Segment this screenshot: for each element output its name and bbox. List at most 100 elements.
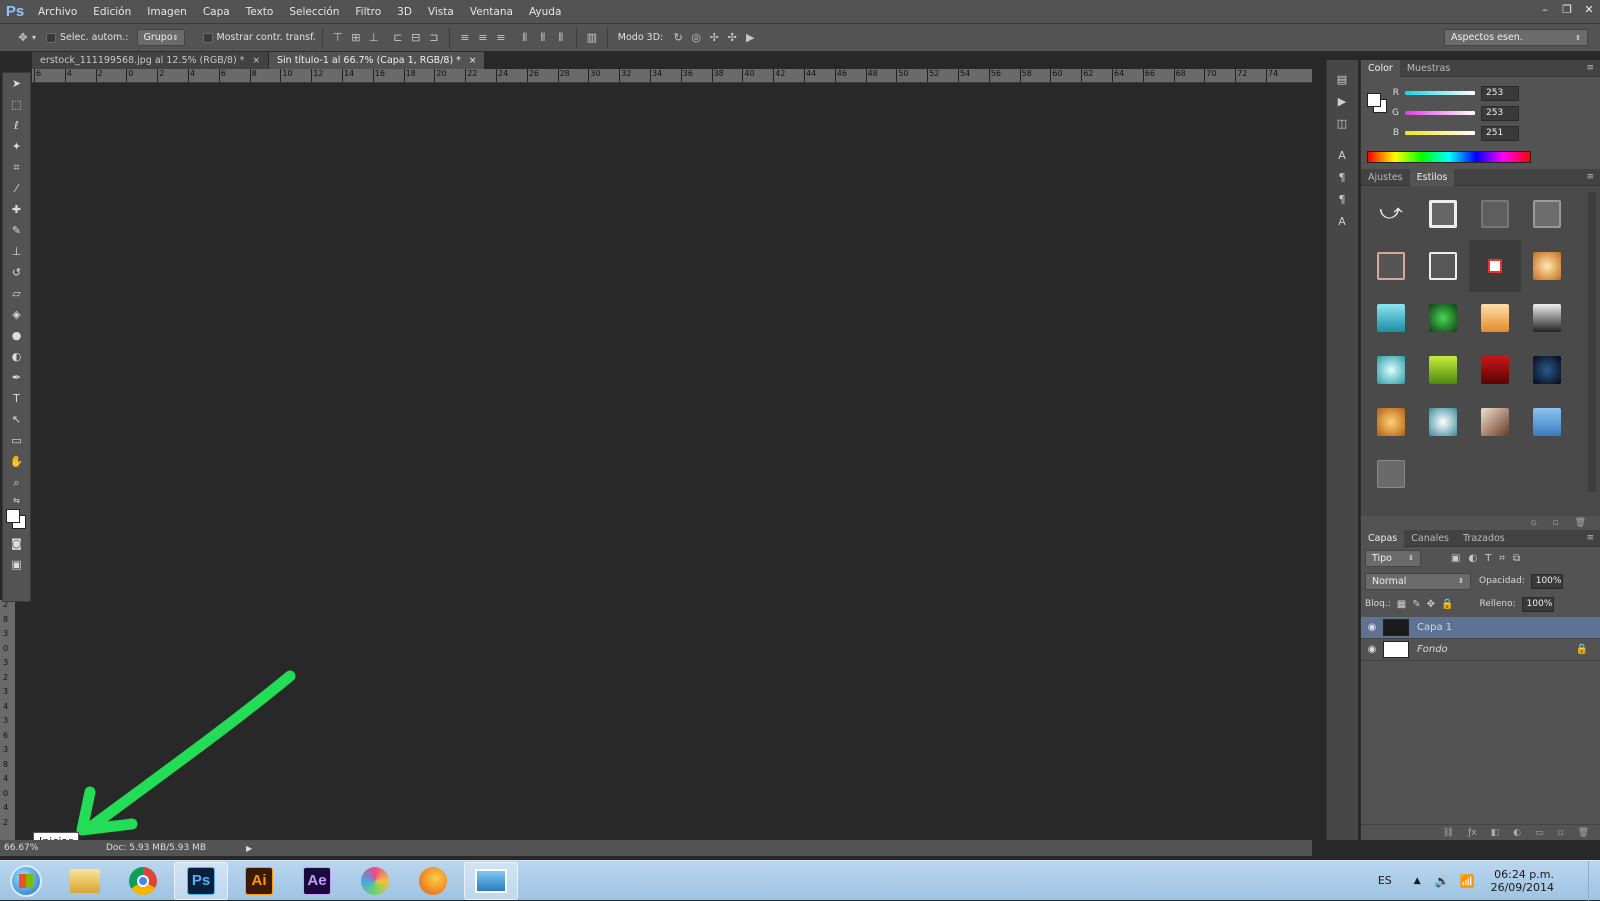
distribute-top-icon[interactable]: ≡ xyxy=(456,29,474,47)
auto-select-checkbox[interactable] xyxy=(46,32,57,43)
clock[interactable]: 06:24 p.m. 26/09/2014 xyxy=(1491,868,1554,894)
rotate-3d-icon[interactable]: ↻ xyxy=(669,29,687,47)
style-item[interactable] xyxy=(1417,188,1469,240)
character-styles-icon[interactable]: A xyxy=(1327,210,1357,232)
clone-stamp-tool-icon[interactable]: ⊥ xyxy=(3,241,30,262)
layer-style-icon[interactable]: ƒx xyxy=(1468,828,1477,838)
align-bottom-icon[interactable]: ⊥ xyxy=(365,29,383,47)
delete-style-icon[interactable]: 🗑 xyxy=(1575,518,1586,528)
lasso-tool-icon[interactable]: ℓ xyxy=(3,115,30,136)
style-item[interactable] xyxy=(1469,292,1521,344)
drag-3d-icon[interactable]: ✢ xyxy=(705,29,723,47)
color-swatches[interactable] xyxy=(3,507,30,533)
move-tool-icon[interactable]: ➤ xyxy=(3,73,30,94)
color-fg-swatch[interactable] xyxy=(1367,93,1381,107)
delete-layer-icon[interactable]: 🗑 xyxy=(1578,828,1589,838)
tab-close-icon[interactable]: × xyxy=(469,56,477,66)
color-spectrum[interactable] xyxy=(1367,151,1531,163)
layer-name[interactable]: Fondo xyxy=(1417,644,1448,655)
brush-tool-icon[interactable]: ✎ xyxy=(3,220,30,241)
tab-capas[interactable]: Capas xyxy=(1361,529,1405,547)
layer-row-fondo[interactable]: ◉ Fondo 🔒 xyxy=(1361,639,1600,661)
auto-select-dropdown[interactable]: Grupo ⇕ xyxy=(136,29,185,46)
start-button[interactable] xyxy=(0,861,52,901)
history-panel-icon[interactable]: ▤ xyxy=(1327,68,1357,90)
tab-ajustes[interactable]: Ajustes xyxy=(1361,169,1410,186)
slide-3d-icon[interactable]: ✣ xyxy=(723,29,741,47)
menu-seleccion[interactable]: Selección xyxy=(281,6,347,18)
foreground-color-swatch[interactable] xyxy=(6,509,20,523)
menu-ventana[interactable]: Ventana xyxy=(462,6,521,18)
properties-panel-icon[interactable]: ◫ xyxy=(1327,112,1357,134)
new-group-icon[interactable]: ▭ xyxy=(1535,828,1544,838)
taskbar-illustrator[interactable]: Ai xyxy=(232,862,286,900)
tab-close-icon[interactable]: × xyxy=(252,56,260,66)
style-item[interactable] xyxy=(1365,396,1417,448)
auto-align-icon[interactable]: ▥ xyxy=(583,29,601,47)
tray-expand-icon[interactable]: ▲ xyxy=(1414,876,1421,886)
align-left-icon[interactable]: ⊏ xyxy=(389,29,407,47)
new-style-icon[interactable]: ▫ xyxy=(1552,518,1558,528)
crop-tool-icon[interactable]: ⌗ xyxy=(3,157,30,178)
channel-bar[interactable] xyxy=(1405,91,1475,95)
new-layer-icon[interactable]: ▫ xyxy=(1557,828,1563,838)
taskbar-paint[interactable] xyxy=(348,862,402,900)
style-item[interactable] xyxy=(1521,292,1573,344)
lock-position-icon[interactable]: ✥ xyxy=(1427,599,1435,610)
visibility-eye-icon[interactable]: ◉ xyxy=(1361,622,1383,633)
align-top-icon[interactable]: ⊤ xyxy=(329,29,347,47)
align-right-icon[interactable]: ⊐ xyxy=(425,29,443,47)
filter-type-icon[interactable]: T xyxy=(1485,553,1491,564)
style-none[interactable]: ⤻ xyxy=(1365,188,1417,240)
menu-texto[interactable]: Texto xyxy=(238,6,282,18)
tab-color[interactable]: Color xyxy=(1361,59,1400,77)
volume-icon[interactable]: 🔊 xyxy=(1435,874,1450,888)
distribute-bottom-icon[interactable]: ≡ xyxy=(492,29,510,47)
minimize-button[interactable]: – xyxy=(1534,0,1556,18)
tab-document-2[interactable]: Sin título-1 al 66.7% (Capa 1, RGB/8) * … xyxy=(268,52,486,69)
lock-pixels-icon[interactable]: ✎ xyxy=(1412,599,1420,610)
language-indicator[interactable]: ES xyxy=(1378,874,1392,887)
magic-wand-tool-icon[interactable]: ✦ xyxy=(3,136,30,157)
style-item[interactable] xyxy=(1521,396,1573,448)
type-tool-icon[interactable]: T xyxy=(3,388,30,409)
taskbar-chrome[interactable] xyxy=(116,862,170,900)
zoom-tool-icon[interactable]: ⌕ xyxy=(3,472,30,493)
tab-trazados[interactable]: Trazados xyxy=(1456,530,1512,547)
style-item[interactable] xyxy=(1417,292,1469,344)
panel-menu-icon[interactable]: ≡ xyxy=(1586,533,1594,543)
panel-menu-icon[interactable]: ≡ xyxy=(1586,63,1594,73)
align-hcenter-icon[interactable]: ⊟ xyxy=(407,29,425,47)
no-style-icon[interactable]: ⦸ xyxy=(1531,518,1537,528)
tab-document-1[interactable]: erstock_111199568.jpg al 12.5% (RGB/8) *… xyxy=(32,52,269,69)
network-icon[interactable]: 📶 xyxy=(1460,874,1475,888)
actions-panel-icon[interactable]: ▶ xyxy=(1327,90,1357,112)
path-selection-tool-icon[interactable]: ↖ xyxy=(3,409,30,430)
marquee-tool-icon[interactable]: ⬚ xyxy=(3,94,30,115)
link-layers-icon[interactable]: ⛓ xyxy=(1443,828,1454,838)
style-item[interactable] xyxy=(1521,344,1573,396)
distribute-vcenter-icon[interactable]: ≡ xyxy=(474,29,492,47)
add-mask-icon[interactable]: ◧ xyxy=(1491,828,1500,838)
style-item[interactable] xyxy=(1469,240,1521,292)
menu-archivo[interactable]: Archivo xyxy=(30,6,85,18)
slider-green[interactable]: G 253 xyxy=(1383,103,1519,123)
style-item[interactable] xyxy=(1469,396,1521,448)
channel-value[interactable]: 253 xyxy=(1481,105,1519,121)
menu-capa[interactable]: Capa xyxy=(195,6,238,18)
panel-menu-icon[interactable]: ≡ xyxy=(1586,172,1594,182)
slider-red[interactable]: R 253 xyxy=(1383,83,1519,103)
slider-blue[interactable]: B 251 xyxy=(1383,123,1519,143)
styles-scrollbar[interactable] xyxy=(1588,192,1596,492)
paint-bucket-tool-icon[interactable]: ◈ xyxy=(3,304,30,325)
channel-value[interactable]: 251 xyxy=(1481,125,1519,141)
tab-canales[interactable]: Canales xyxy=(1404,530,1456,547)
taskbar-photoshop[interactable]: Ps xyxy=(174,861,228,900)
style-item[interactable] xyxy=(1365,344,1417,396)
shape-tool-icon[interactable]: ▭ xyxy=(3,430,30,451)
style-item[interactable] xyxy=(1365,292,1417,344)
dodge-tool-icon[interactable]: ◐ xyxy=(3,346,30,367)
history-brush-tool-icon[interactable]: ↺ xyxy=(3,262,30,283)
fill-value[interactable]: 100% xyxy=(1521,596,1554,612)
menu-ayuda[interactable]: Ayuda xyxy=(521,6,569,18)
